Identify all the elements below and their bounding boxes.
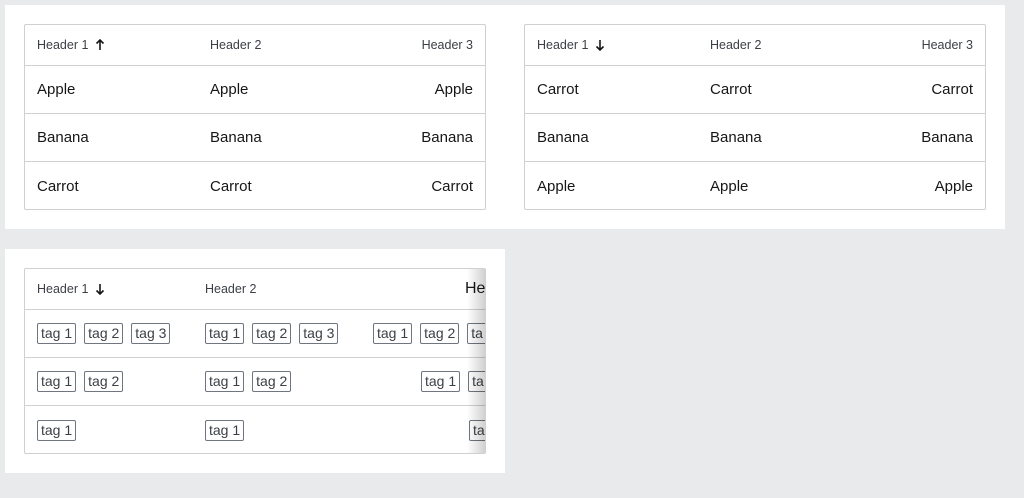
- arrow-down-icon[interactable]: [595, 39, 605, 51]
- header-label: Header 2: [210, 38, 262, 52]
- table-cell: Apple: [37, 81, 76, 98]
- header-label: Header 3: [921, 38, 973, 52]
- header-1-sortable[interactable]: Header 1: [537, 25, 605, 65]
- tag: tag 2: [84, 323, 124, 344]
- tag: tag 1: [37, 323, 77, 344]
- tag-cell: tag 1 ta: [421, 358, 485, 405]
- tag: ta: [467, 323, 485, 344]
- header-label: Header 2: [205, 282, 257, 296]
- table-cell: Banana: [710, 129, 762, 146]
- tag: tag 3: [299, 323, 339, 344]
- header-label: Header 1: [537, 38, 589, 52]
- top-panel: Header 1 Header 2 Header 3 Apple Apple A…: [5, 5, 1005, 229]
- table-row: tag 1 tag 1 ta: [25, 406, 485, 453]
- table-cell: Carrot: [537, 81, 579, 98]
- sortable-table-descending: Header 1 Header 2 Header 3 Carrot Carrot…: [524, 24, 986, 210]
- header-label: Hea: [465, 280, 486, 297]
- header-label: Header 3: [421, 38, 473, 52]
- tag-cell: tag 1 tag 2 tag 3: [205, 310, 346, 357]
- tag: tag 1: [37, 371, 77, 392]
- tag-cell: tag 1 tag 2: [37, 358, 131, 405]
- tag-cell: tag 1: [205, 406, 252, 453]
- table-header-row: Header 1 Header 2 Header 3: [525, 25, 985, 66]
- sortable-table-ascending: Header 1 Header 2 Header 3 Apple Apple A…: [24, 24, 486, 210]
- tag: tag 2: [252, 323, 292, 344]
- table-row: Apple Apple Apple: [25, 66, 485, 114]
- tag: tag 2: [84, 371, 124, 392]
- table-row: Carrot Carrot Carrot: [25, 162, 485, 209]
- table-cell: Apple: [210, 81, 249, 98]
- header-3[interactable]: Header 3: [922, 25, 973, 65]
- table-header-row: Header 1 Header 2 Hea: [25, 269, 485, 310]
- tag-cell: tag 1 tag 2 ta: [373, 310, 485, 357]
- table-cell: Carrot: [710, 81, 752, 98]
- tag: tag 1: [421, 371, 461, 392]
- tag: tag 1: [205, 323, 245, 344]
- header-1-sortable[interactable]: Header 1: [37, 269, 105, 309]
- tag: tag 1: [205, 419, 245, 441]
- tag: ta: [468, 371, 485, 392]
- table-cell: Apple: [537, 177, 576, 195]
- table-cell: Banana: [421, 129, 473, 146]
- header-2[interactable]: Header 2: [205, 269, 256, 309]
- tag: tag 2: [252, 371, 292, 392]
- tag: tag 2: [420, 323, 460, 344]
- table-cell: Carrot: [431, 177, 473, 195]
- tag: tag 1: [37, 419, 77, 441]
- table-cell: Banana: [37, 129, 89, 146]
- table-row: tag 1 tag 2 tag 1 tag 2 tag 1 ta: [25, 358, 485, 406]
- table-cell: Banana: [921, 129, 973, 146]
- tag-cell: ta: [469, 406, 485, 453]
- tag: tag 3: [131, 323, 171, 344]
- header-label: Header 1: [37, 282, 89, 296]
- table-cell: Carrot: [210, 177, 252, 195]
- table-cell: Apple: [434, 81, 473, 98]
- header-label: Header 1: [37, 38, 89, 52]
- tag: tag 1: [373, 323, 413, 344]
- header-label: Header 2: [710, 38, 762, 52]
- tag: tag 1: [205, 371, 245, 392]
- arrow-up-icon[interactable]: [95, 39, 105, 51]
- table-row: Banana Banana Banana: [25, 114, 485, 162]
- header-3[interactable]: Header 3: [422, 25, 473, 65]
- tag-cell: tag 1 tag 2 tag 3: [37, 310, 178, 357]
- header-2[interactable]: Header 2: [710, 25, 761, 65]
- bottom-panel: Header 1 Header 2 Hea tag 1 tag 2 tag 3 ta…: [5, 249, 505, 473]
- table-cell: Carrot: [931, 81, 973, 98]
- table-cell: Carrot: [37, 177, 79, 195]
- tag: ta: [469, 419, 485, 441]
- arrow-down-icon[interactable]: [95, 283, 105, 295]
- table-row: Carrot Carrot Carrot: [525, 66, 985, 114]
- header-1-sortable[interactable]: Header 1: [37, 25, 105, 65]
- table-header-row: Header 1 Header 2 Header 3: [25, 25, 485, 66]
- table-row: Banana Banana Banana: [525, 114, 985, 162]
- table-cell: Apple: [710, 177, 749, 195]
- table-cell: Apple: [934, 177, 973, 195]
- table-cell: Banana: [210, 129, 262, 146]
- tag-cell: tag 1 tag 2: [205, 358, 299, 405]
- table-row: Apple Apple Apple: [525, 162, 985, 209]
- header-2[interactable]: Header 2: [210, 25, 261, 65]
- tag-cell: tag 1: [37, 406, 84, 453]
- header-3[interactable]: Hea: [465, 269, 486, 309]
- tag-table-scrollable[interactable]: Header 1 Header 2 Hea tag 1 tag 2 tag 3 ta…: [24, 268, 486, 454]
- table-cell: Banana: [537, 129, 589, 146]
- table-row: tag 1 tag 2 tag 3 tag 1 tag 2 tag 3 tag 1 tag…: [25, 310, 485, 358]
